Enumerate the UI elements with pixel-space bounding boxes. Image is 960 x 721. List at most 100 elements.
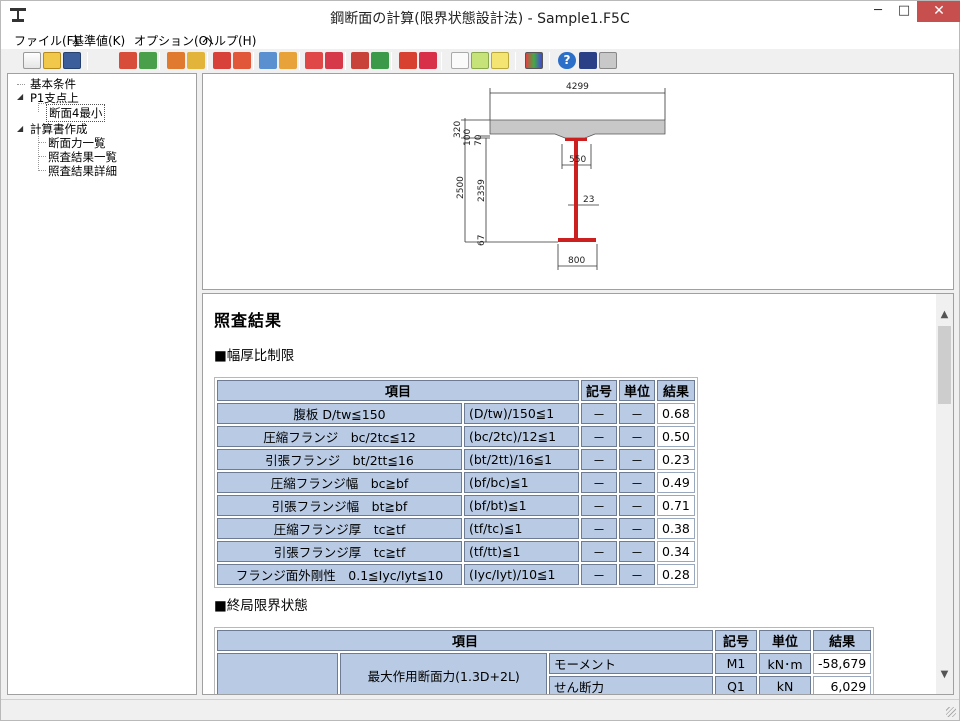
row-unit: － (619, 403, 656, 424)
row-unit: － (619, 472, 656, 493)
row-name: 引張フランジ厚 tc≧tf (217, 541, 462, 562)
window-orange-icon[interactable] (279, 52, 297, 69)
cross-section-diagram: 4299 320 100 70 2500 2359 67 550 23 800 (453, 82, 666, 270)
row-value: 0.23 (657, 449, 695, 470)
table-row: 引張フランジ厚 tc≧tf (tf/tt)≦1 － － 0.34 (217, 541, 695, 562)
row-formula: (bf/bc)≦1 (464, 472, 579, 493)
navigation-tree: 基本条件 ◢ P1支点上 断面4最小 ◢ 計算書作成 断面力一覧 照査結果一覧 … (7, 73, 197, 695)
close-button[interactable]: ✕ (917, 1, 960, 22)
menu-options[interactable]: オプション(O) (134, 32, 213, 49)
row-name: 圧縮フランジ厚 tc≧tf (217, 518, 462, 539)
table-row: 腹板 D/tw≦150 (D/tw)/150≦1 － － 0.68 (217, 403, 695, 424)
window-blue-icon[interactable] (259, 52, 277, 69)
maximize-button[interactable]: □ (891, 1, 917, 22)
row-name: 圧縮フランジ bc/2tc≦12 (217, 426, 462, 447)
color-palette-icon[interactable] (525, 52, 543, 69)
manual-icon[interactable] (579, 52, 597, 69)
delete-icon[interactable] (305, 52, 323, 69)
scroll-down-icon[interactable]: ▼ (936, 666, 953, 683)
table-row: 圧縮フランジ厚 tc≧tf (tf/tc)≦1 － － 0.38 (217, 518, 695, 539)
scroll-up-icon[interactable]: ▲ (936, 306, 953, 323)
window-title: 鋼断面の計算(限界状態設計法) - Sample1.F5C (330, 11, 630, 27)
help-icon[interactable]: ? (558, 52, 576, 69)
delete-all-icon[interactable] (325, 52, 343, 69)
open-folder-icon[interactable] (43, 52, 61, 69)
row-symbol: － (581, 403, 618, 424)
row-name: 引張フランジ bt/2tt≦16 (217, 449, 462, 470)
table-row: 最大作用断面力(1.3D+2L) モーメント M1 kN･m -58,679 (217, 653, 872, 694)
about-icon[interactable] (599, 52, 617, 69)
dim-slab: 320 (453, 121, 463, 138)
row-value: 0.50 (657, 426, 695, 447)
minimize-button[interactable]: ─ (865, 1, 891, 22)
row-symbol: － (581, 541, 618, 562)
move-up-icon[interactable] (399, 52, 417, 69)
col-header-result: 結果 (657, 380, 695, 401)
row-unit: － (619, 564, 656, 585)
tree-item-section[interactable]: 断面4最小 (46, 104, 106, 122)
row-formula: (D/tw)/150≦1 (464, 403, 579, 424)
row-formula: (bt/2tt)/16≦1 (464, 449, 579, 470)
dim-bottom-flange-width: 800 (568, 256, 585, 266)
row-value: -58,679 (813, 653, 872, 674)
undo-icon[interactable] (351, 52, 369, 69)
collapse-arrow-icon[interactable]: ◢ (17, 92, 23, 101)
row-symbol: － (581, 518, 618, 539)
row-unit: － (619, 495, 656, 516)
row-formula: (Iyc/Iyt)/10≦1 (464, 564, 579, 585)
page-blank-icon[interactable] (451, 52, 469, 69)
move-down-icon[interactable] (419, 52, 437, 69)
col-header-unit: 単位 (759, 630, 811, 651)
menu-standard[interactable]: 基準値(K) (72, 32, 125, 49)
tree-item-results-detail[interactable]: 照査結果詳細 (48, 163, 117, 179)
menu-help[interactable]: ヘルプ(H) (202, 32, 256, 49)
row-value: 0.34 (657, 541, 695, 562)
page-green-icon[interactable] (471, 52, 489, 69)
dim-web-clear: 2359 (477, 179, 487, 202)
dim-top-flange-width: 550 (569, 155, 586, 165)
table-row: 引張フランジ幅 bt≧bf (bf/bt)≦1 － － 0.71 (217, 495, 695, 516)
collapse-arrow-icon[interactable]: ◢ (17, 124, 23, 133)
col-header-unit: 単位 (619, 380, 656, 401)
new-file-icon[interactable] (23, 52, 41, 69)
edit-yellow-icon[interactable] (187, 52, 205, 69)
page-yellow-icon[interactable] (491, 52, 509, 69)
row-value: 0.71 (657, 495, 695, 516)
row-unit: － (619, 541, 656, 562)
dim-flange-top: 70 (474, 134, 484, 146)
app-window: 鋼断面の計算(限界状態設計法) - Sample1.F5C ─ □ ✕ ファイル… (0, 0, 960, 721)
add-red-icon[interactable] (119, 52, 137, 69)
section-drawing-pane: 4299 320 100 70 2500 2359 67 550 23 800 (202, 73, 954, 290)
table-row: 引張フランジ bt/2tt≦16 (bt/2tt)/16≦1 － － 0.23 (217, 449, 695, 470)
edit-orange-icon[interactable] (167, 52, 185, 69)
table-row: フランジ面外剛性 0.1≦Iyc/Iyt≦10 (Iyc/Iyt)/10≦1 －… (217, 564, 695, 585)
col-header-result: 結果 (813, 630, 872, 651)
vertical-scrollbar[interactable]: ▲ ▼ (936, 294, 953, 694)
copy-orange-icon[interactable] (233, 52, 251, 69)
scroll-thumb[interactable] (938, 326, 951, 404)
row-name: 圧縮フランジ幅 bc≧bf (217, 472, 462, 493)
row-label: せん断力 (548, 676, 713, 694)
table-row: 圧縮フランジ幅 bc≧bf (bf/bc)≦1 － － 0.49 (217, 472, 695, 493)
row-value: 0.38 (657, 518, 695, 539)
save-icon[interactable] (63, 52, 81, 69)
row-value: 0.68 (657, 403, 695, 424)
col-header-symbol: 記号 (715, 630, 757, 651)
dim-top-width: 4299 (566, 82, 589, 92)
row-unit: － (619, 449, 656, 470)
group-spacer (217, 653, 339, 694)
section-ultimate-limit: ■終局限界状態 (214, 598, 308, 614)
add-green-icon[interactable] (139, 52, 157, 69)
row-unit: － (619, 426, 656, 447)
toolbar: ? (1, 49, 959, 73)
row-value: 0.49 (657, 472, 695, 493)
row-symbol: － (581, 426, 618, 447)
copy-red-icon[interactable] (213, 52, 231, 69)
dim-web-thickness: 23 (583, 195, 594, 205)
resize-grip-icon[interactable] (946, 707, 956, 717)
width-thickness-table: 項目 記号 単位 結果 腹板 D/tw≦150 (D/tw)/150≦1 － －… (214, 377, 698, 588)
row-symbol: Q1 (715, 676, 757, 694)
menu-file[interactable]: ファイル(F) (14, 32, 78, 49)
redo-icon[interactable] (371, 52, 389, 69)
col-header-symbol: 記号 (581, 380, 618, 401)
